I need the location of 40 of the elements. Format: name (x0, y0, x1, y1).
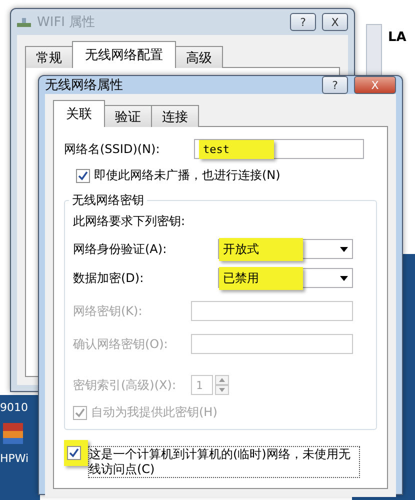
checkbox-label: 自动为我提供此密钥(H) (91, 404, 218, 421)
tab[interactable]: 连接 (151, 105, 199, 127)
dropdown[interactable]: 开放式 (218, 239, 353, 259)
field-label: 确认网络密钥(O): (73, 336, 169, 352)
desktop-icon-label[interactable]: 9010 (0, 401, 28, 414)
down-arrow-button[interactable] (215, 385, 229, 395)
close-button[interactable]: X (322, 13, 348, 31)
field-label: 网络身份验证(A): (73, 240, 168, 258)
up-arrow-button[interactable] (215, 375, 229, 385)
field-label: 网络密钥(K): (73, 302, 144, 320)
caret-icon (340, 246, 348, 252)
tab[interactable]: 高级 (175, 46, 223, 68)
window-title: 无线网络属性 (45, 77, 124, 94)
archive-icon[interactable] (0, 420, 26, 446)
tab[interactable]: 关联 (53, 100, 105, 127)
tab[interactable]: 无线网络配置 (72, 41, 176, 68)
window-text: LA (388, 30, 406, 47)
checkbox[interactable] (76, 168, 90, 182)
window-title: WIFI 属性 (37, 14, 96, 31)
checkbox[interactable] (67, 446, 81, 460)
network-icon (17, 17, 31, 27)
check-icon (75, 408, 85, 418)
down-triangle-icon (219, 388, 225, 392)
field-label: 数据加密(D): (73, 270, 145, 286)
ssid-field[interactable]: test (194, 139, 364, 159)
ssid-label: 网络名(SSID)(N): (64, 140, 161, 158)
tab[interactable]: 验证 (104, 105, 152, 127)
check-icon (69, 448, 79, 458)
help-button[interactable]: ? (322, 76, 348, 94)
desktop-icon-label[interactable]: HPWi (0, 452, 29, 465)
caret-icon (340, 276, 348, 280)
checkbox-label: 即使此网络未广播，也进行连接(N) (94, 167, 280, 184)
dropdown[interactable]: 已禁用 (218, 268, 353, 288)
checkbox-label: 这是一个计算机到计算机的(临时)网络，未使用无线访问点(C) (88, 446, 360, 478)
up-triangle-icon (219, 378, 225, 382)
field-label: 密钥索引(高级)(X): (73, 376, 177, 394)
tab[interactable]: 常规 (25, 46, 73, 68)
group-note: 此网络要求下列密钥: (73, 213, 186, 230)
check-icon (78, 170, 88, 180)
help-button[interactable]: ? (290, 13, 316, 31)
